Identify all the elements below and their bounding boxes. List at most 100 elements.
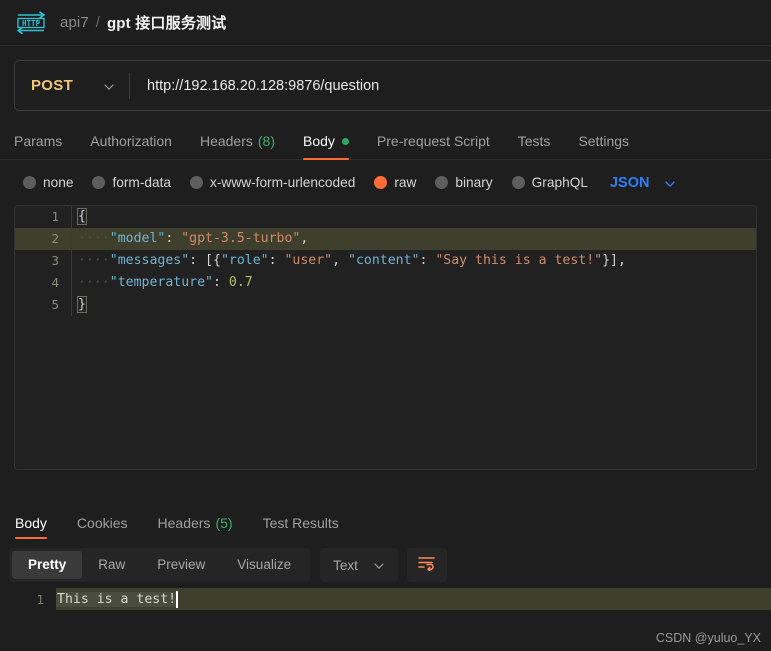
code-token-comma: , [300,231,309,246]
body-modified-dot-icon [341,137,349,145]
code-token-close: }], [602,253,626,268]
breadcrumb-separator: / [95,14,100,31]
line-number: 5 [51,297,59,312]
code-line: 3 ····"messages": [{"role": "user", "con… [15,250,756,272]
line-number: 4 [51,275,59,290]
http-method-selector[interactable]: POST [15,61,129,110]
http-method-label: POST [31,77,74,94]
radio-x-www-form-urlencoded[interactable]: x-www-form-urlencoded [190,175,355,190]
code-token-colon: : [419,253,436,268]
url-bar: POST http://192.168.20.128:9876/question [14,60,771,111]
radio-graphql-mark-icon [511,176,525,189]
response-line-content: This is a test! [56,588,771,610]
code-token-key-role: "role" [220,253,269,268]
response-view-toolbar: Pretty Raw Preview Visualize Text [0,546,771,584]
radio-graphql[interactable]: GraphQL [511,175,588,190]
text-cursor [176,590,178,608]
tab-headers[interactable]: Headers (8) [200,133,275,159]
view-mode-raw[interactable]: Raw [82,551,141,579]
radio-none[interactable]: none [23,175,73,190]
response-text: This is a test! [56,591,177,607]
response-tab-headers-count: (5) [215,515,233,531]
response-tab-test-results-label: Test Results [262,515,339,531]
breadcrumb-header: HTTP api7 / gpt 接口服务测试 [0,0,771,46]
response-tab-cookies-label: Cookies [76,515,128,531]
radio-form-data-mark-icon [92,176,106,189]
radio-binary-label: binary [455,175,493,190]
tab-pre-request-script-label: Pre-request Script [376,133,490,149]
response-tab-headers[interactable]: Headers (5) [150,515,241,540]
page-title: gpt 接口服务测试 [106,15,227,32]
chevron-down-icon [103,80,115,92]
code-token-key-content: "content" [348,253,420,268]
code-indent-dots: ···· [78,231,110,246]
view-mode-pretty[interactable]: Pretty [12,551,83,579]
radio-urlencoded-label: x-www-form-urlencoded [210,175,356,190]
response-tab-body[interactable]: Body [7,515,55,540]
response-view-mode-group: Pretty Raw Preview Visualize [9,548,311,582]
response-tab-body-label: Body [15,515,47,531]
code-token-value-temperature: 0.7 [228,275,253,290]
tab-headers-label: Headers [199,133,253,149]
line-number: 1 [51,209,59,224]
code-token-key-messages: "messages" [109,253,190,268]
response-tab-cookies[interactable]: Cookies [69,515,136,540]
request-body-editor[interactable]: 1 { 2 ····"model": "gpt-3.5-turbo", 3 ··… [14,205,757,470]
response-line-number: 1 [36,591,44,607]
request-tabs: Params Authorization Headers (8) Body Pr… [0,120,771,160]
radio-binary[interactable]: binary [435,175,493,190]
tab-settings[interactable]: Settings [578,133,629,159]
tab-body[interactable]: Body [303,133,349,160]
code-token-comma: , [332,253,348,268]
code-token-key-model: "model" [109,231,166,246]
response-line: 1 This is a test! [0,588,771,610]
response-tab-test-results[interactable]: Test Results [255,515,347,540]
postman-request-window: HTTP api7 / gpt 接口服务测试 POST http://192.1… [0,0,771,651]
radio-none-mark-icon [23,176,36,189]
code-token-value-content: "Say this is a test!" [435,253,603,268]
response-tab-headers-label: Headers [157,515,211,531]
radio-raw-label: raw [394,175,417,190]
code-line: 2 ····"model": "gpt-3.5-turbo", [15,228,756,250]
chevron-down-icon [373,559,385,571]
line-number: 3 [51,253,59,268]
tab-tests-label: Tests [517,133,551,149]
tab-headers-count: (8) [257,133,275,149]
response-content-type-label: Text [333,557,358,573]
tab-body-label: Body [303,133,335,149]
tab-pre-request-script[interactable]: Pre-request Script [377,133,490,159]
radio-form-data[interactable]: form-data [92,175,171,190]
watermark: CSDN @yuluo_YX [655,631,761,645]
radio-raw-mark-icon [374,176,388,189]
tab-authorization[interactable]: Authorization [90,133,172,159]
wrap-text-button[interactable] [406,548,447,582]
http-protocol-icon: HTTP [14,10,48,35]
chevron-down-icon [664,177,676,189]
code-token-close-brace: } [77,296,87,313]
active-tab-underline [15,536,47,539]
view-mode-visualize[interactable]: Visualize [221,551,307,579]
url-bar-container: POST http://192.168.20.128:9876/question [0,46,771,111]
tab-params[interactable]: Params [14,133,62,159]
radio-raw[interactable]: raw [374,175,416,190]
response-body-viewer[interactable]: 1 This is a test! [0,588,771,610]
code-token-value-role: "user" [284,253,333,268]
breadcrumb-workspace[interactable]: api7 [60,14,89,31]
radio-graphql-label: GraphQL [531,175,588,190]
tab-authorization-label: Authorization [90,133,172,149]
response-pane: Body Cookies Headers (5) Test Results Pr… [0,504,771,651]
tab-tests[interactable]: Tests [518,133,551,159]
code-token-colon: : [{ [189,253,221,268]
radio-form-data-label: form-data [112,175,172,190]
url-input[interactable]: http://192.168.20.128:9876/question [130,61,771,110]
body-format-selector[interactable]: JSON [610,175,677,191]
body-type-options: none form-data x-www-form-urlencoded raw… [0,160,771,205]
code-line: 1 { [15,206,756,228]
code-token-key-temperature: "temperature" [109,275,213,290]
tab-settings-label: Settings [578,133,630,149]
response-content-type-selector[interactable]: Text [320,548,398,582]
body-format-label: JSON [609,174,650,191]
view-mode-preview[interactable]: Preview [141,551,221,579]
code-token-colon: : [268,253,285,268]
code-token-colon: : [165,231,182,246]
